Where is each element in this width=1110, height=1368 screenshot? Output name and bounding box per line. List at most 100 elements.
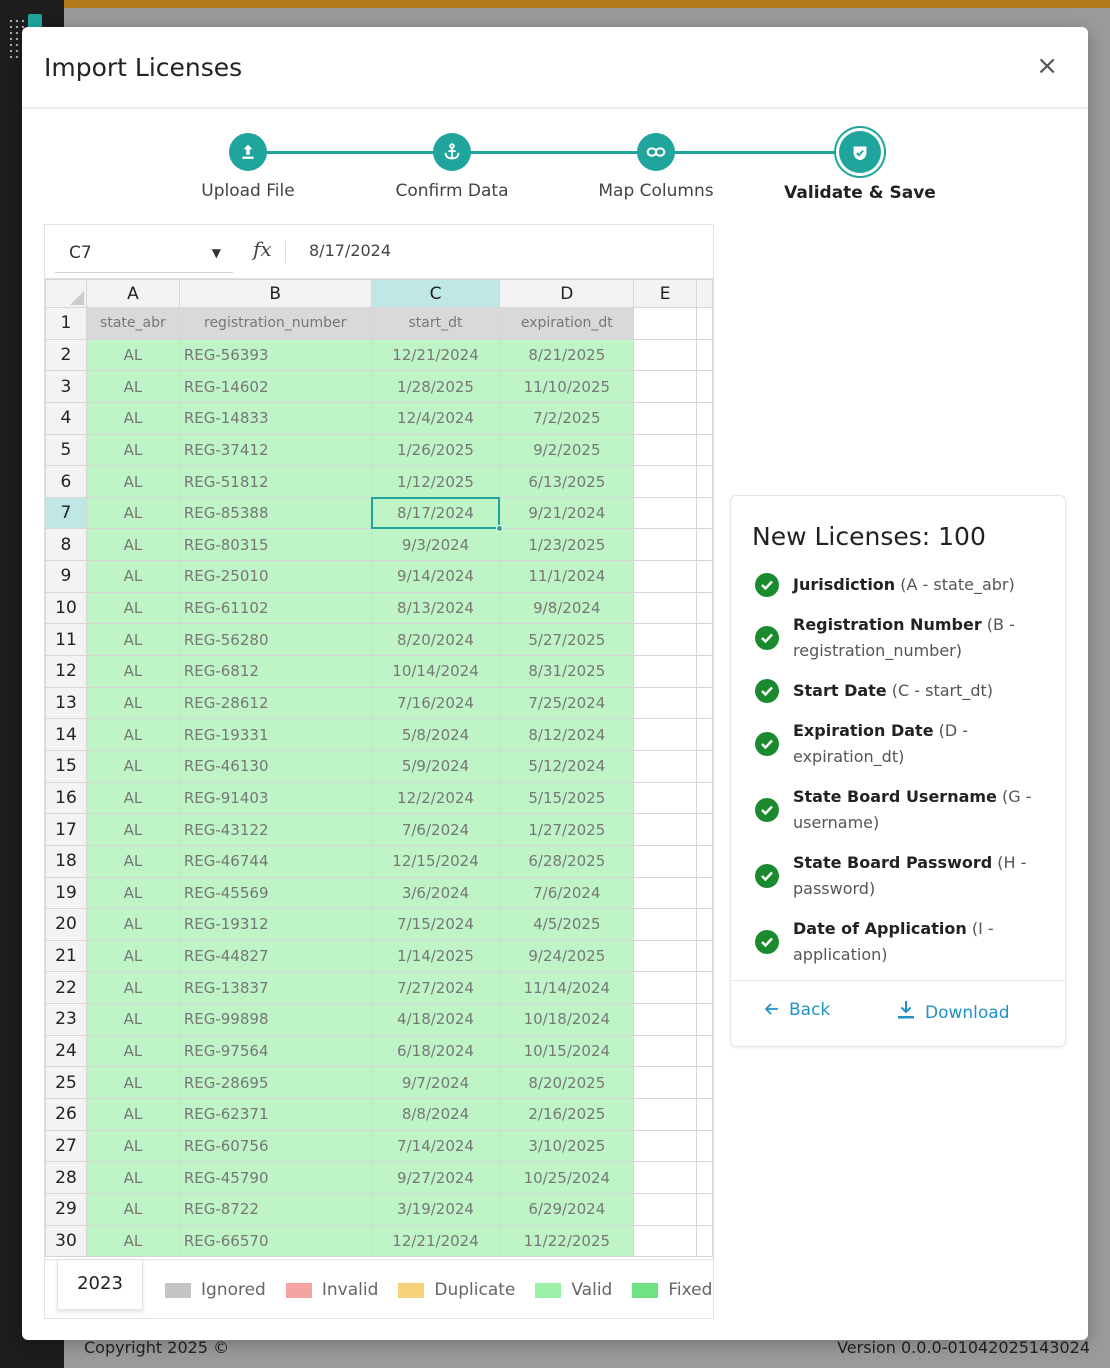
- row-number[interactable]: 18: [45, 844, 87, 878]
- row-number[interactable]: 4: [45, 401, 87, 435]
- data-cell[interactable]: REG-66570: [178, 1224, 372, 1258]
- data-cell[interactable]: 9/8/2024: [499, 591, 635, 625]
- row-number[interactable]: 12: [45, 655, 87, 688]
- data-cell[interactable]: AL: [85, 1192, 180, 1226]
- empty-cell[interactable]: [633, 908, 697, 941]
- row-number[interactable]: 1: [45, 307, 87, 340]
- data-cell[interactable]: 7/2/2025: [499, 401, 635, 435]
- step-map-columns[interactable]: Map Columns: [556, 133, 756, 201]
- data-cell[interactable]: AL: [85, 433, 180, 467]
- data-cell[interactable]: 4/18/2024: [370, 1003, 501, 1036]
- data-cell[interactable]: 11/10/2025: [499, 370, 635, 403]
- data-cell[interactable]: AL: [85, 560, 180, 593]
- data-cell[interactable]: 8/20/2025: [499, 1066, 635, 1100]
- step-confirm-data[interactable]: Confirm Data: [352, 133, 552, 201]
- data-cell[interactable]: 5/8/2024: [370, 718, 501, 751]
- data-cell[interactable]: AL: [85, 908, 180, 941]
- data-cell[interactable]: 4/5/2025: [499, 908, 635, 941]
- data-cell[interactable]: AL: [85, 465, 180, 498]
- data-cell[interactable]: 1/12/2025: [370, 465, 501, 498]
- data-cell[interactable]: 6/13/2025: [499, 465, 635, 498]
- data-cell[interactable]: REG-60756: [178, 1129, 372, 1163]
- data-cell[interactable]: 7/15/2024: [370, 908, 501, 941]
- data-cell[interactable]: AL: [85, 844, 180, 878]
- data-cell[interactable]: 8/8/2024: [370, 1098, 501, 1131]
- data-cell[interactable]: AL: [85, 591, 180, 625]
- data-cell[interactable]: 7/27/2024: [370, 971, 501, 1005]
- cell-reference-select[interactable]: C7 ▼: [55, 235, 233, 273]
- data-cell[interactable]: 10/14/2024: [370, 655, 501, 688]
- column-header-a[interactable]: A: [85, 279, 180, 308]
- empty-cell[interactable]: [633, 465, 697, 498]
- data-cell[interactable]: REG-61102: [178, 591, 372, 625]
- data-cell[interactable]: 2/16/2025: [499, 1098, 635, 1131]
- data-cell[interactable]: AL: [85, 939, 180, 973]
- empty-cell[interactable]: [633, 528, 697, 562]
- empty-cell[interactable]: [633, 781, 697, 815]
- data-cell[interactable]: REG-62371: [178, 1098, 372, 1131]
- data-cell[interactable]: REG-80315: [178, 528, 372, 562]
- data-cell[interactable]: 9/3/2024: [370, 528, 501, 562]
- data-cell[interactable]: AL: [85, 338, 180, 372]
- row-number[interactable]: 19: [45, 876, 87, 910]
- data-cell[interactable]: 7/6/2024: [499, 876, 635, 910]
- row-number[interactable]: 14: [45, 718, 87, 751]
- data-cell[interactable]: AL: [85, 971, 180, 1005]
- header-cell[interactable]: registration_number: [178, 307, 372, 340]
- data-cell[interactable]: REG-97564: [178, 1034, 372, 1068]
- row-number[interactable]: 29: [45, 1192, 87, 1226]
- data-cell[interactable]: 9/2/2025: [499, 433, 635, 467]
- data-cell[interactable]: REG-46130: [178, 749, 372, 783]
- row-number[interactable]: 16: [45, 781, 87, 815]
- data-cell[interactable]: REG-6812: [178, 655, 372, 688]
- data-cell[interactable]: 9/7/2024: [370, 1066, 501, 1100]
- empty-cell[interactable]: [633, 1129, 697, 1163]
- data-cell[interactable]: 5/9/2024: [370, 749, 501, 783]
- data-cell[interactable]: 3/10/2025: [499, 1129, 635, 1163]
- empty-cell[interactable]: [633, 1034, 697, 1068]
- data-cell[interactable]: AL: [85, 1129, 180, 1163]
- fill-handle[interactable]: [495, 524, 503, 532]
- data-cell[interactable]: 1/14/2025: [370, 939, 501, 973]
- data-cell[interactable]: 1/27/2025: [499, 813, 635, 846]
- data-cell[interactable]: AL: [85, 1161, 180, 1194]
- back-button[interactable]: Back: [764, 1000, 830, 1020]
- data-cell[interactable]: 10/25/2024: [499, 1161, 635, 1194]
- row-number[interactable]: 27: [45, 1129, 87, 1163]
- data-cell[interactable]: 11/14/2024: [499, 971, 635, 1005]
- data-cell[interactable]: 9/21/2024: [499, 496, 635, 530]
- data-cell[interactable]: 10/15/2024: [499, 1034, 635, 1068]
- data-cell[interactable]: AL: [85, 749, 180, 783]
- data-cell[interactable]: REG-56280: [178, 623, 372, 657]
- row-number[interactable]: 28: [45, 1161, 87, 1194]
- column-header-d[interactable]: D: [499, 279, 635, 308]
- column-header-c[interactable]: C: [370, 279, 501, 308]
- data-cell[interactable]: 6/18/2024: [370, 1034, 501, 1068]
- row-number[interactable]: 25: [45, 1066, 87, 1100]
- data-cell[interactable]: 7/25/2024: [499, 686, 635, 720]
- row-number[interactable]: 30: [45, 1224, 87, 1258]
- data-cell[interactable]: 8/31/2025: [499, 655, 635, 688]
- data-cell[interactable]: REG-85388: [178, 496, 372, 530]
- data-cell[interactable]: 5/15/2025: [499, 781, 635, 815]
- data-cell[interactable]: 1/28/2025: [370, 370, 501, 403]
- data-cell[interactable]: 12/2/2024: [370, 781, 501, 815]
- empty-cell[interactable]: [633, 655, 697, 688]
- data-cell[interactable]: 12/21/2024: [370, 1224, 501, 1258]
- data-cell[interactable]: AL: [85, 528, 180, 562]
- data-cell[interactable]: REG-45569: [178, 876, 372, 910]
- data-cell[interactable]: 5/27/2025: [499, 623, 635, 657]
- empty-cell[interactable]: [633, 370, 697, 403]
- empty-cell[interactable]: [633, 813, 697, 846]
- data-cell[interactable]: AL: [85, 876, 180, 910]
- data-cell[interactable]: AL: [85, 623, 180, 657]
- empty-cell[interactable]: [633, 686, 697, 720]
- data-cell[interactable]: REG-46744: [178, 844, 372, 878]
- data-cell[interactable]: REG-37412: [178, 433, 372, 467]
- data-cell[interactable]: REG-28612: [178, 686, 372, 720]
- empty-cell[interactable]: [633, 939, 697, 973]
- row-number[interactable]: 21: [45, 939, 87, 973]
- empty-cell[interactable]: [633, 496, 697, 530]
- row-number[interactable]: 15: [45, 749, 87, 783]
- empty-cell[interactable]: [633, 433, 697, 467]
